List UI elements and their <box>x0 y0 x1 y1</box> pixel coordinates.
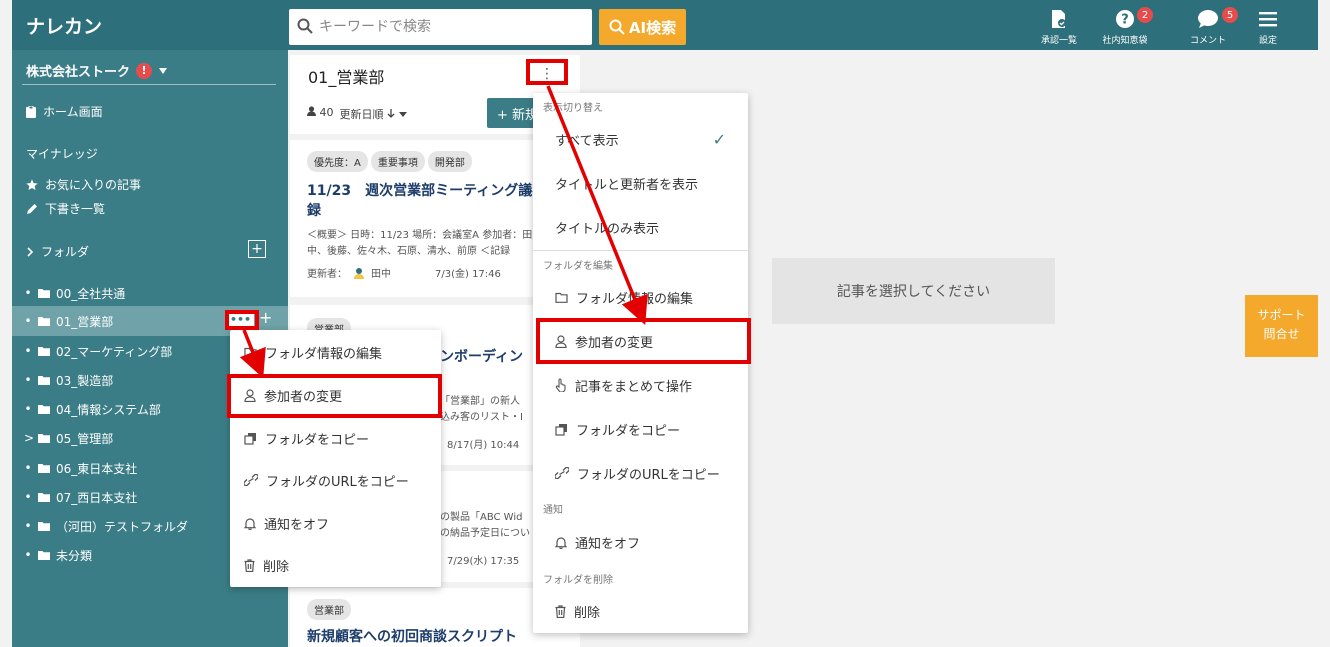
annotation-arrows <box>239 85 648 378</box>
arrow-to-menu-item <box>546 85 648 325</box>
arrow-to-menu-item <box>239 329 266 378</box>
